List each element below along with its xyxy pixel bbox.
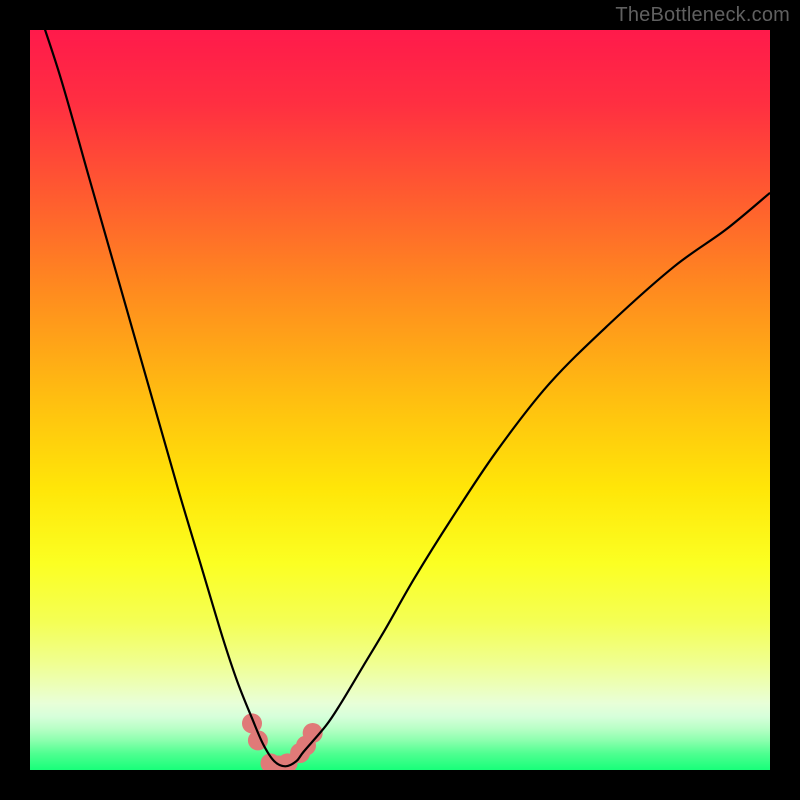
bottleneck-curve — [30, 30, 770, 766]
plot-area — [30, 30, 770, 770]
curve-layer — [30, 30, 770, 770]
chart-frame: TheBottleneck.com — [0, 0, 800, 800]
attribution-watermark: TheBottleneck.com — [615, 4, 790, 27]
